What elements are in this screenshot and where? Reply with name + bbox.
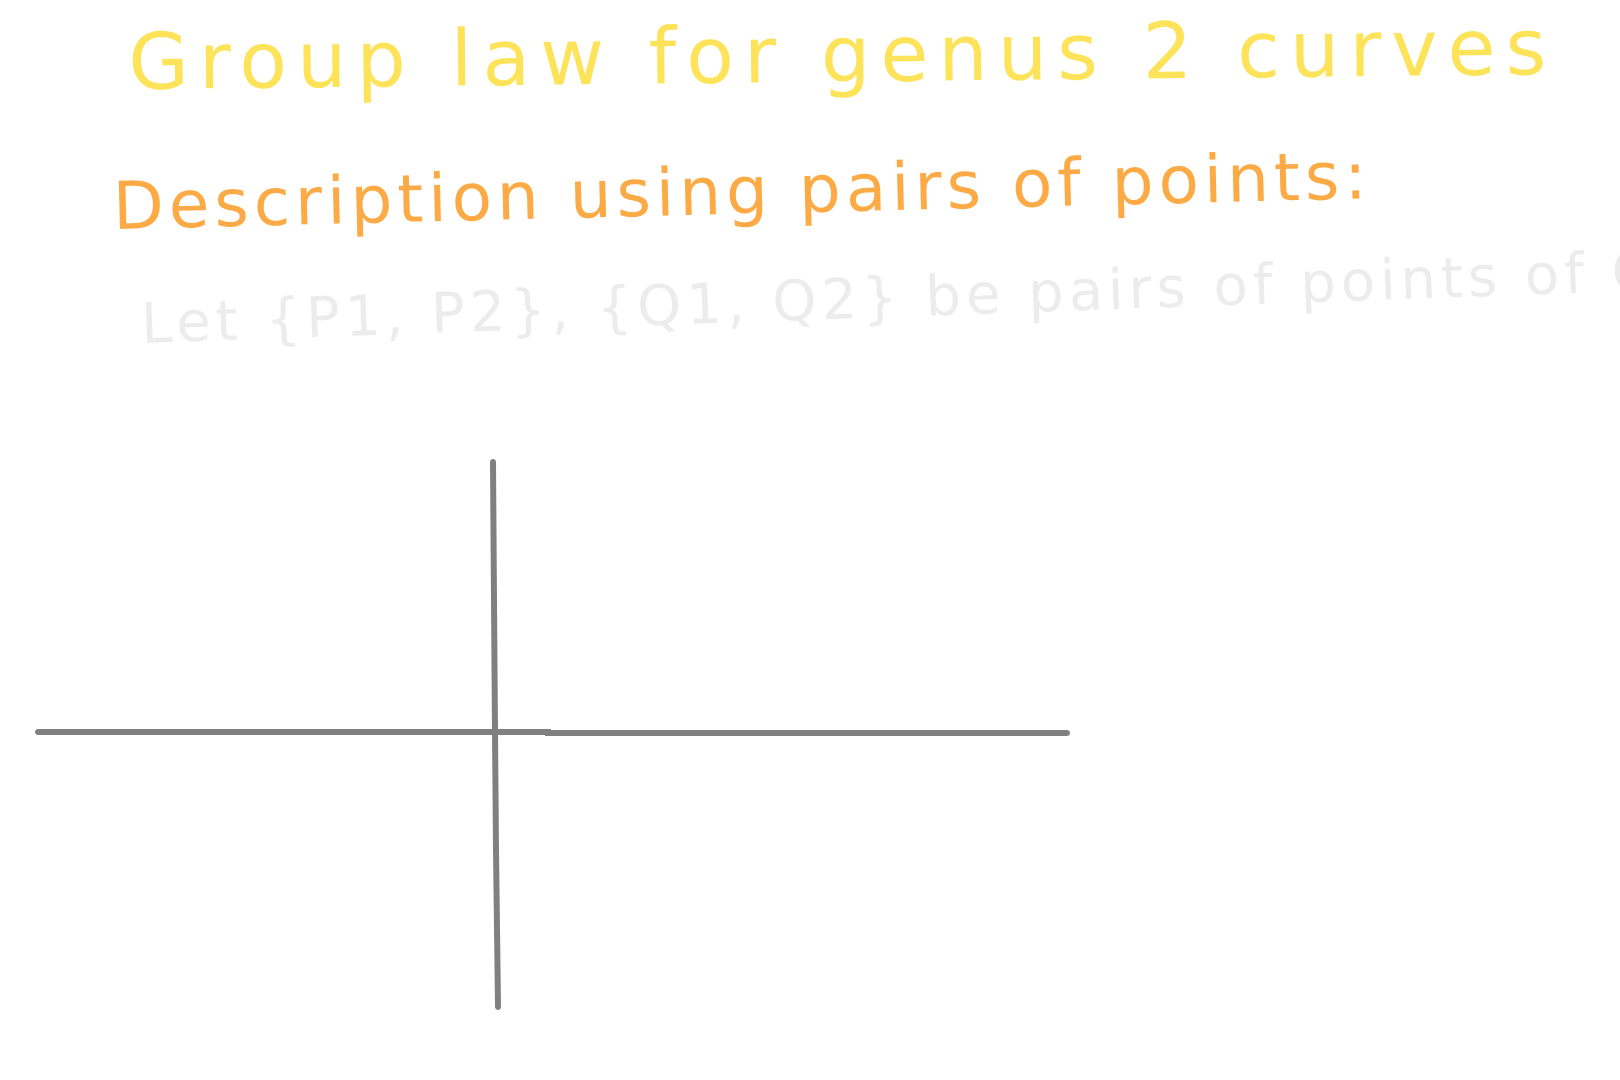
coordinate-axes [35, 459, 1070, 1010]
whiteboard-canvas: Group law for genus 2 curves Description… [0, 0, 1620, 1080]
y-axis [490, 459, 501, 1010]
x-axis [35, 729, 1070, 736]
